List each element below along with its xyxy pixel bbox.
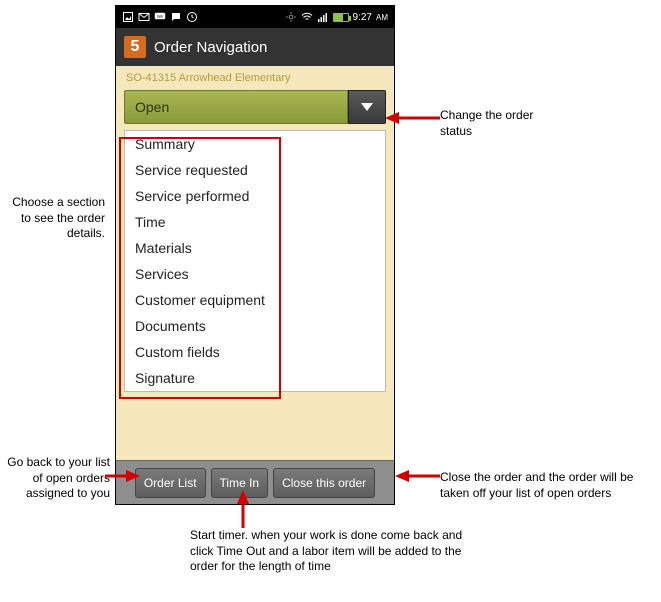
arrow-change-status [385, 108, 440, 128]
phone-frame: talk 9:27 AM 5 Order Navigation SO-41315… [115, 5, 395, 505]
wifi-icon [301, 11, 313, 23]
order-list-button[interactable]: Order List [135, 468, 206, 498]
mail-icon [138, 11, 150, 23]
android-status-bar: talk 9:27 AM [116, 6, 394, 28]
section-services[interactable]: Services [125, 261, 385, 287]
talk-icon: talk [154, 11, 166, 23]
page-title: Order Navigation [154, 39, 267, 56]
section-custom-fields[interactable]: Custom fields [125, 339, 385, 365]
picture-icon [122, 11, 134, 23]
status-dropdown-button[interactable] [348, 90, 386, 124]
signal-icon [317, 11, 329, 23]
svg-text:talk: talk [157, 14, 163, 19]
arrow-go-back [105, 466, 140, 486]
gps-icon [285, 11, 297, 23]
section-signature[interactable]: Signature [125, 365, 385, 391]
status-left-icons: talk [122, 11, 198, 23]
order-reference: SO-41315 Arrowhead Elementary [116, 66, 394, 88]
message-icon [170, 11, 182, 23]
clock-icon [186, 11, 198, 23]
chevron-down-icon [361, 103, 373, 111]
close-order-button[interactable]: Close this order [273, 468, 375, 498]
status-row: Open [124, 90, 386, 124]
annotation-start-timer: Start timer. when your work is done come… [190, 528, 480, 575]
app-logo: 5 [124, 36, 146, 58]
section-materials[interactable]: Materials [125, 235, 385, 261]
bottom-toolbar: Order List Time In Close this order [116, 460, 394, 504]
clock-ampm: AM [376, 13, 388, 22]
arrow-start-timer [233, 490, 253, 528]
status-select[interactable]: Open [124, 90, 348, 124]
app-header: 5 Order Navigation [116, 28, 394, 66]
section-customer-equipment[interactable]: Customer equipment [125, 287, 385, 313]
arrow-close-order [395, 466, 440, 486]
section-service-requested[interactable]: Service requested [125, 157, 385, 183]
clock-time: 9:27 [353, 12, 372, 23]
status-value: Open [135, 99, 169, 115]
status-right-icons: 9:27 AM [285, 11, 388, 23]
annotation-choose-section: Choose a section to see the order detail… [10, 195, 105, 242]
section-service-performed[interactable]: Service performed [125, 183, 385, 209]
annotation-go-back: Go back to your list of open orders assi… [0, 455, 110, 502]
battery-icon [333, 13, 349, 22]
section-summary[interactable]: Summary [125, 131, 385, 157]
section-time[interactable]: Time [125, 209, 385, 235]
section-documents[interactable]: Documents [125, 313, 385, 339]
annotation-close-order: Close the order and the order will be ta… [440, 470, 655, 501]
annotation-change-status: Change the order status [440, 108, 540, 139]
section-list: Summary Service requested Service perfor… [124, 130, 386, 392]
